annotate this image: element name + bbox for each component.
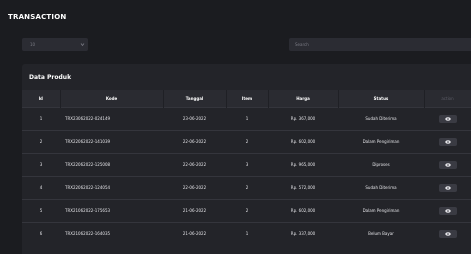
cell-harga: Rp. 367,000 (268, 106, 338, 130)
data-produk-card: Data Produk Id Kode Tanggal Item Harga S… (22, 64, 471, 254)
cell-id: 1 (22, 106, 60, 130)
cell-harga: Rp. 602,000 (268, 129, 338, 153)
cell-tanggal: 23-06-2022 (163, 106, 226, 130)
eye-icon (444, 139, 451, 144)
entries-select[interactable]: 10 (22, 38, 88, 51)
table-body: 1 TRX23062022-024149 23-06-2022 1 Rp. 367,00… (22, 106, 471, 245)
view-button[interactable] (438, 137, 457, 146)
column-header-kode[interactable]: Kode (60, 90, 164, 107)
page-title: TRANSACTION (8, 13, 67, 21)
cell-harga: Rp. 337,000 (268, 221, 338, 245)
cell-id: 2 (22, 129, 60, 153)
cell-status: Belum Bayar (338, 221, 424, 245)
cell-status: Sudah Diterima (338, 106, 424, 130)
cell-kode: TRX23062022-024149 (60, 106, 163, 130)
cell-kode: TRX22062022-124054 (60, 175, 163, 199)
eye-icon (444, 185, 451, 190)
cell-item: 1 (226, 106, 268, 130)
view-button[interactable] (438, 114, 457, 123)
cell-item: 1 (226, 221, 268, 245)
cell-tanggal: 22-06-2022 (163, 152, 226, 176)
eye-icon (444, 208, 451, 213)
cell-id: 5 (22, 198, 60, 222)
cell-id: 4 (22, 175, 60, 199)
card-title: Data Produk (29, 74, 72, 81)
cell-kode: TRX22062022-125008 (60, 152, 163, 176)
table-row: 1 TRX23062022-024149 23-06-2022 1 Rp. 367,00… (22, 106, 471, 130)
table-row: 2 TRX22062022-141039 22-06-2022 2 Rp. 602,00… (22, 129, 471, 153)
column-header-action: action (424, 90, 471, 107)
column-header-item[interactable]: Item (226, 90, 269, 107)
chevron-down-icon (80, 43, 85, 47)
cell-status: Sudah Diterima (338, 175, 424, 199)
cell-status: Diproses (338, 152, 424, 176)
transaction-table: Id Kode Tanggal Item Harga Status action… (22, 90, 471, 245)
cell-action (424, 129, 471, 153)
cell-action (424, 175, 471, 199)
view-button[interactable] (438, 160, 457, 169)
cell-id: 6 (22, 221, 60, 245)
column-header-id[interactable]: Id (22, 90, 61, 107)
table-row: 3 TRX22062022-125008 22-06-2022 3 Rp. 965,00… (22, 152, 471, 176)
cell-action (424, 198, 471, 222)
cell-tanggal: 22-06-2022 (163, 129, 226, 153)
cell-status: Dalam Pengiriman (338, 129, 424, 153)
cell-harga: Rp. 572,000 (268, 175, 338, 199)
cell-action (424, 221, 471, 245)
table-row: 4 TRX22062022-124054 22-06-2022 2 Rp. 572,00… (22, 175, 471, 199)
view-button[interactable] (438, 206, 457, 215)
cell-harga: Rp. 965,000 (268, 152, 338, 176)
eye-icon (444, 232, 451, 236)
cell-tanggal: 21-06-2022 (163, 198, 226, 222)
table-row: 5 TRX21062022-175653 21-06-2022 2 Rp. 602,00… (22, 198, 471, 222)
cell-status: Dalam Pengiriman (338, 198, 424, 222)
table-row: 6 TRX21062022-164035 21-06-2022 1 Rp. 337,00… (22, 221, 471, 245)
cell-item: 2 (226, 175, 268, 199)
entries-select-value: 10 (30, 42, 36, 47)
view-button[interactable] (438, 183, 457, 192)
cell-item: 2 (226, 129, 268, 153)
cell-harga: Rp. 602,000 (268, 198, 338, 222)
view-button[interactable] (438, 229, 457, 238)
cell-kode: TRX21062022-175653 (60, 198, 163, 222)
column-header-status[interactable]: Status (338, 90, 425, 107)
cell-id: 3 (22, 152, 60, 176)
column-header-harga[interactable]: Harga (268, 90, 339, 107)
eye-icon (444, 162, 451, 167)
table-header-row: Id Kode Tanggal Item Harga Status action (22, 90, 471, 107)
column-header-tanggal[interactable]: Tanggal (163, 90, 227, 107)
cell-kode: TRX21062022-164035 (60, 221, 163, 245)
cell-action (424, 106, 471, 130)
eye-icon (444, 116, 451, 121)
cell-item: 3 (226, 152, 268, 176)
cell-tanggal: 21-06-2022 (163, 221, 226, 245)
search-input[interactable] (289, 38, 471, 51)
cell-item: 2 (226, 198, 268, 222)
cell-kode: TRX22062022-141039 (60, 129, 163, 153)
cell-action (424, 152, 471, 176)
cell-tanggal: 22-06-2022 (163, 175, 226, 199)
